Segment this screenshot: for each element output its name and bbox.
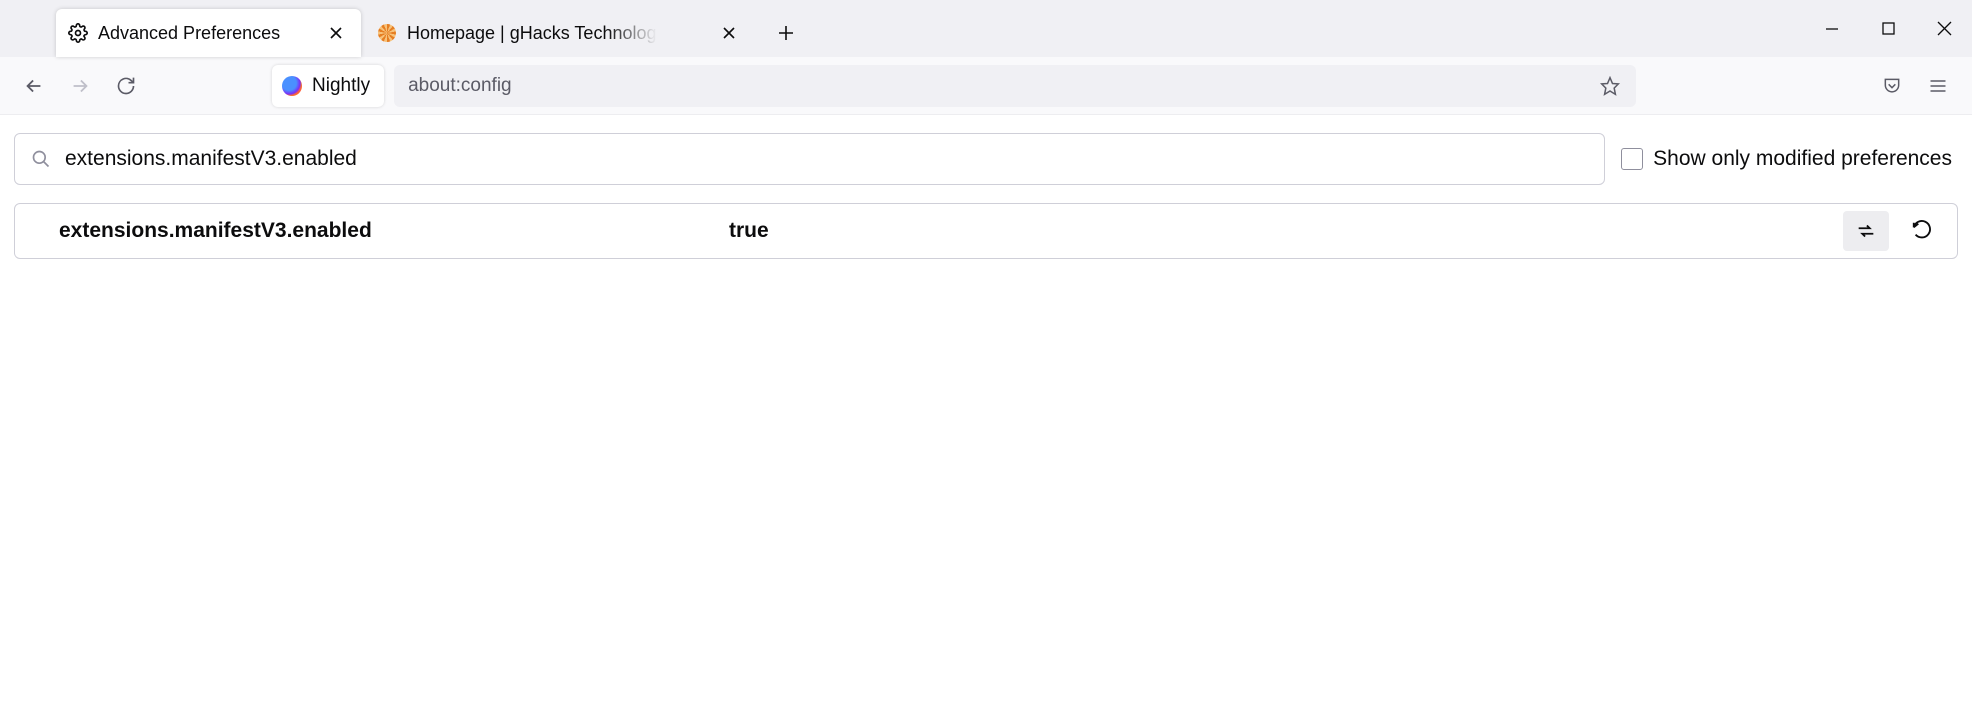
toolbar-end <box>1872 66 1958 106</box>
back-button[interactable] <box>14 66 54 106</box>
app-menu-button[interactable] <box>1918 66 1958 106</box>
urlbar-container: Nightly about:config <box>272 65 1636 107</box>
forward-button[interactable] <box>60 66 100 106</box>
tab-title: Advanced Preferences <box>98 23 323 44</box>
pocket-button[interactable] <box>1872 66 1912 106</box>
tab-ghacks[interactable]: Homepage | gHacks Technology News <box>365 9 754 57</box>
preference-search-box[interactable] <box>14 133 1605 185</box>
reset-preference-button[interactable] <box>1899 211 1945 251</box>
tab-advanced-preferences[interactable]: Advanced Preferences <box>56 9 361 57</box>
search-row: Show only modified preferences <box>14 133 1958 185</box>
preference-name: extensions.manifestV3.enabled <box>59 219 729 243</box>
preference-search-input[interactable] <box>65 147 1588 171</box>
gear-icon <box>68 23 88 43</box>
url-bar[interactable]: about:config <box>394 65 1636 107</box>
tab-strip: Advanced Preferences Homepage | gHacks T… <box>0 0 1972 57</box>
reload-button[interactable] <box>106 66 146 106</box>
close-tab-button[interactable] <box>323 20 349 46</box>
show-only-modified-checkbox[interactable]: Show only modified preferences <box>1621 147 1958 171</box>
checkbox-box <box>1621 148 1643 170</box>
minimize-button[interactable] <box>1804 0 1860 57</box>
ghacks-favicon <box>377 23 397 43</box>
navigation-toolbar: Nightly about:config <box>0 57 1972 115</box>
maximize-button[interactable] <box>1860 0 1916 57</box>
identity-label: Nightly <box>312 75 370 97</box>
new-tab-button[interactable] <box>766 13 806 53</box>
url-text: about:config <box>408 75 1592 97</box>
about-config-content: Show only modified preferences extension… <box>0 115 1972 277</box>
preference-row: extensions.manifestV3.enabled true <box>14 203 1958 259</box>
close-tab-button[interactable] <box>716 20 742 46</box>
firefox-nightly-icon <box>282 76 302 96</box>
preference-actions <box>1843 211 1945 251</box>
tab-title: Homepage | gHacks Technology News <box>407 23 716 44</box>
bookmark-star-icon[interactable] <box>1592 68 1628 104</box>
identity-box[interactable]: Nightly <box>272 65 384 107</box>
toggle-preference-button[interactable] <box>1843 211 1889 251</box>
window-controls <box>1804 0 1972 57</box>
close-window-button[interactable] <box>1916 0 1972 57</box>
preference-value: true <box>729 219 1843 243</box>
show-only-modified-label: Show only modified preferences <box>1653 147 1952 171</box>
search-icon <box>31 149 51 169</box>
